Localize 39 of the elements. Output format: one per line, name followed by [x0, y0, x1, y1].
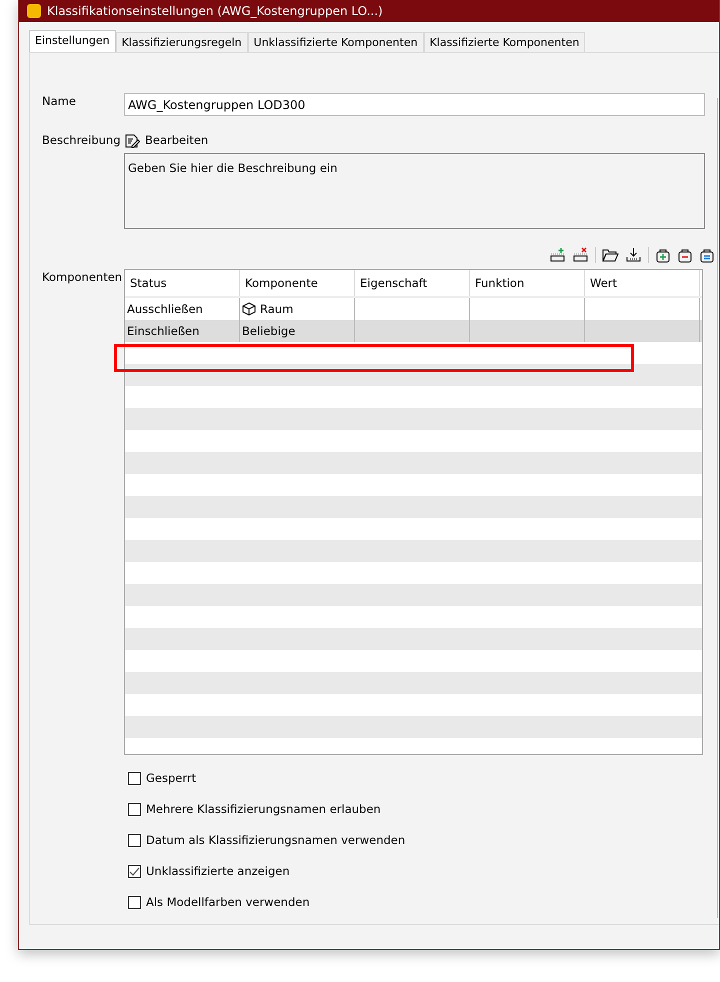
table-cell: Einschließen	[125, 320, 240, 342]
column-header[interactable]: Funktion	[470, 270, 585, 296]
delete-row-icon[interactable]	[572, 247, 589, 264]
edit-button[interactable]: Bearbeiten	[124, 132, 208, 150]
window-title: Klassifikationseinstellungen (AWG_Kostengruppen LO...)	[47, 3, 383, 20]
checkbox[interactable]	[128, 772, 141, 786]
folder-icon[interactable]	[602, 247, 619, 264]
name-field[interactable]: AWG_Kostengruppen LOD300	[124, 93, 705, 116]
tab[interactable]: Unklassifizierte Komponenten	[248, 32, 424, 52]
column-header[interactable]: Wert	[585, 270, 700, 296]
checkbox-label[interactable]: Unklassifizierte anzeigen	[146, 863, 290, 880]
column-header[interactable]: Status	[125, 270, 240, 296]
name-label: Name	[42, 93, 77, 110]
add-row-icon[interactable]	[549, 247, 566, 264]
components-label: Komponenten	[42, 269, 124, 286]
check-icon	[129, 866, 140, 878]
description-field[interactable]: Geben Sie hier die Beschreibung ein	[124, 153, 705, 230]
equal-icon[interactable]	[699, 247, 715, 264]
add-icon[interactable]	[655, 247, 671, 264]
checkbox-label[interactable]: Gesperrt	[146, 770, 196, 788]
app-icon	[27, 4, 41, 18]
checkbox-label[interactable]: Als Modellfarben verwenden	[146, 894, 310, 912]
checkbox[interactable]	[128, 803, 141, 816]
table-cell: Beliebige	[240, 320, 355, 342]
description-label: Beschreibung	[42, 132, 122, 149]
checkbox[interactable]	[128, 896, 141, 910]
checkbox-label[interactable]: Mehrere Klassifizierungsnamen erlauben	[146, 801, 381, 818]
remove-icon[interactable]	[677, 247, 693, 264]
tab[interactable]: Klassifizierte Komponenten	[424, 32, 586, 52]
download-icon[interactable]	[625, 247, 642, 264]
checkbox[interactable]	[128, 834, 141, 848]
column-header[interactable]: Komponente	[240, 270, 355, 296]
checkbox-label[interactable]: Datum als Klassifizierungsnamen verwenden	[146, 832, 406, 850]
tab[interactable]: Klassifizierungsregeln	[116, 32, 248, 52]
column-header[interactable]: Eigenschaft	[355, 270, 470, 296]
table-row[interactable]: Einschließen Beliebige	[125, 320, 702, 342]
checkbox[interactable]	[128, 865, 141, 878]
tab[interactable]: Einstellungen	[29, 30, 116, 52]
edit-icon[interactable]	[124, 132, 140, 149]
